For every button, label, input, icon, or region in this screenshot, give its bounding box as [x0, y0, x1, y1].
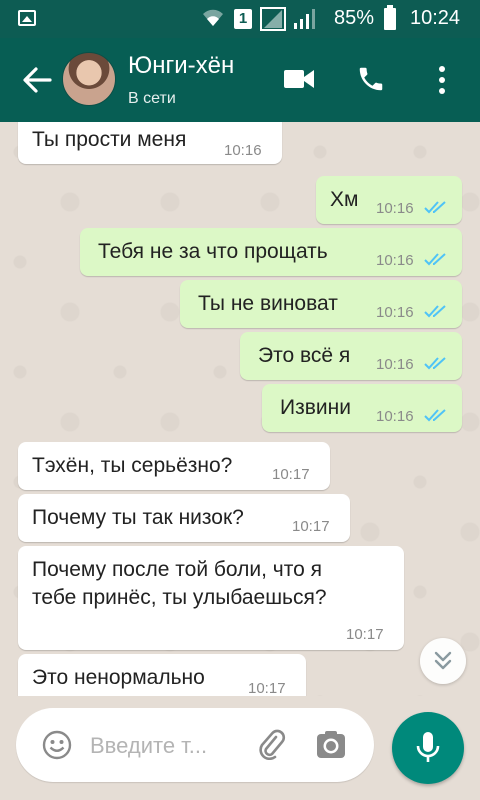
- emoji-icon[interactable]: [42, 730, 72, 760]
- message-bubble-incoming[interactable]: Почему ты так низок? 10:17: [18, 494, 350, 542]
- message-time: 10:16: [376, 304, 414, 321]
- message-input[interactable]: [88, 730, 242, 762]
- sim-icon: 1: [234, 9, 252, 29]
- double-chevron-down-icon: [434, 651, 452, 670]
- message-text-line1: Почему после той боли, что я: [32, 558, 322, 581]
- read-ticks-icon: [424, 357, 446, 370]
- message-time: 10:17: [346, 626, 384, 643]
- message-time: 10:17: [248, 680, 286, 696]
- message-bubble-outgoing[interactable]: Тебя не за что прощать 10:16: [80, 228, 462, 276]
- read-ticks-icon: [424, 201, 446, 214]
- message-time: 10:16: [376, 200, 414, 217]
- message-bubble-outgoing[interactable]: Извини 10:16: [262, 384, 462, 432]
- more-vert-icon[interactable]: [436, 64, 448, 96]
- message-bubble-incoming[interactable]: Ты прости меня 10:16: [18, 122, 282, 164]
- read-ticks-icon: [424, 409, 446, 422]
- message-time: 10:16: [376, 408, 414, 425]
- video-call-icon[interactable]: [284, 68, 314, 90]
- message-time: 10:16: [224, 142, 262, 159]
- message-list[interactable]: Ты прости меня 10:16 Хм 10:16 Тебя не за…: [0, 122, 480, 696]
- message-time: 10:16: [376, 356, 414, 373]
- read-ticks-icon: [424, 305, 446, 318]
- message-text: Это ненормально: [32, 666, 205, 689]
- message-time: 10:17: [292, 518, 330, 535]
- mic-icon: [416, 732, 440, 762]
- message-time: 10:17: [272, 466, 310, 483]
- attach-icon[interactable]: [256, 728, 286, 760]
- message-bubble-outgoing[interactable]: Это всё я 10:16: [240, 332, 462, 380]
- message-bubble-outgoing[interactable]: Хм 10:16: [316, 176, 462, 224]
- contact-name[interactable]: Юнги-хён: [128, 52, 234, 80]
- composer-bar: [0, 696, 480, 800]
- message-bubble-incoming[interactable]: Тэхён, ты серьёзно? 10:17: [18, 442, 330, 490]
- phone-icon[interactable]: [356, 64, 386, 94]
- message-text: Это всё я: [258, 344, 351, 367]
- message-text-line2: тебе принёс, ты улыбаешься?: [32, 586, 327, 609]
- message-text: Тэхён, ты серьёзно?: [32, 454, 233, 477]
- scroll-to-bottom-button[interactable]: [420, 638, 466, 684]
- message-bubble-incoming[interactable]: Это ненормально 10:17: [18, 654, 306, 696]
- wifi-icon: [203, 9, 223, 26]
- camera-icon[interactable]: [316, 730, 346, 760]
- back-arrow-icon[interactable]: [22, 66, 52, 94]
- signal-icon: [260, 7, 286, 31]
- image-icon: [18, 10, 36, 26]
- battery-icon: [384, 5, 396, 30]
- avatar[interactable]: [62, 52, 116, 106]
- chat-header: Юнги-хён В сети: [0, 38, 480, 122]
- contact-status: В сети: [128, 90, 176, 107]
- battery-percent: 85%: [334, 7, 375, 29]
- message-bubble-incoming[interactable]: Почему после той боли, что я тебе принёс…: [18, 546, 404, 650]
- signal-icon: [294, 9, 315, 29]
- message-text: Почему ты так низок?: [32, 506, 244, 529]
- message-time: 10:16: [376, 252, 414, 269]
- message-bubble-outgoing[interactable]: Ты не виноват 10:16: [180, 280, 462, 328]
- status-bar: 1 85% 10:24: [0, 0, 480, 38]
- mic-button[interactable]: [392, 712, 464, 784]
- message-text: Ты прости меня: [32, 128, 187, 151]
- read-ticks-icon: [424, 253, 446, 266]
- message-text: Тебя не за что прощать: [98, 240, 328, 263]
- message-text: Извини: [280, 396, 351, 419]
- message-text: Ты не виноват: [198, 292, 338, 315]
- message-text: Хм: [330, 188, 359, 211]
- composer-field[interactable]: [16, 708, 374, 782]
- clock: 10:24: [410, 7, 461, 29]
